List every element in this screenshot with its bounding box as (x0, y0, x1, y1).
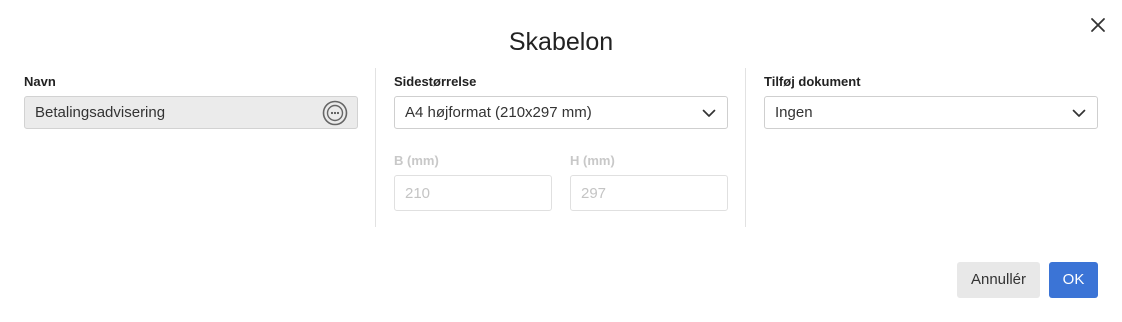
chevron-down-icon (1072, 109, 1086, 117)
cancel-button[interactable]: Annullér (957, 262, 1040, 298)
chevron-down-icon (702, 109, 716, 117)
width-input[interactable]: 210 (394, 175, 552, 211)
height-value: 297 (581, 184, 607, 202)
height-input[interactable]: 297 (570, 175, 728, 211)
attach-document-value: Ingen (775, 104, 813, 121)
column-divider (375, 68, 376, 227)
attach-document-select[interactable]: Ingen (764, 96, 1098, 129)
page-size-label: Sidestørrelse (394, 74, 477, 89)
page-size-select[interactable]: A4 højformat (210x297 mm) (394, 96, 728, 129)
name-value: Betalingsadvisering (35, 104, 166, 121)
width-label: B (mm) (394, 153, 439, 168)
width-group: B (mm) 210 (394, 153, 552, 211)
height-label: H (mm) (570, 153, 615, 168)
attach-document-section: Tilføj dokument Ingen (764, 68, 1098, 129)
height-group: H (mm) 297 (570, 153, 728, 211)
attach-document-label: Tilføj dokument (764, 74, 861, 89)
page-size-value: A4 højformat (210x297 mm) (405, 104, 592, 121)
width-value: 210 (405, 184, 431, 202)
page-size-section: Sidestørrelse A4 højformat (210x297 mm) … (394, 68, 728, 213)
dialog-title: Skabelon (508, 28, 614, 56)
name-field: Betalingsadvisering (24, 96, 358, 129)
close-icon[interactable] (1087, 14, 1109, 36)
ellipsis-circle-icon[interactable] (322, 100, 348, 126)
template-dialog: Skabelon Navn Betalingsadvisering Sidest… (0, 0, 1122, 322)
custom-size-row: B (mm) 210 H (mm) 297 (394, 153, 728, 213)
name-label: Navn (24, 74, 56, 89)
name-section: Navn Betalingsadvisering (24, 68, 358, 129)
column-divider (745, 68, 746, 227)
ok-button[interactable]: OK (1049, 262, 1098, 298)
